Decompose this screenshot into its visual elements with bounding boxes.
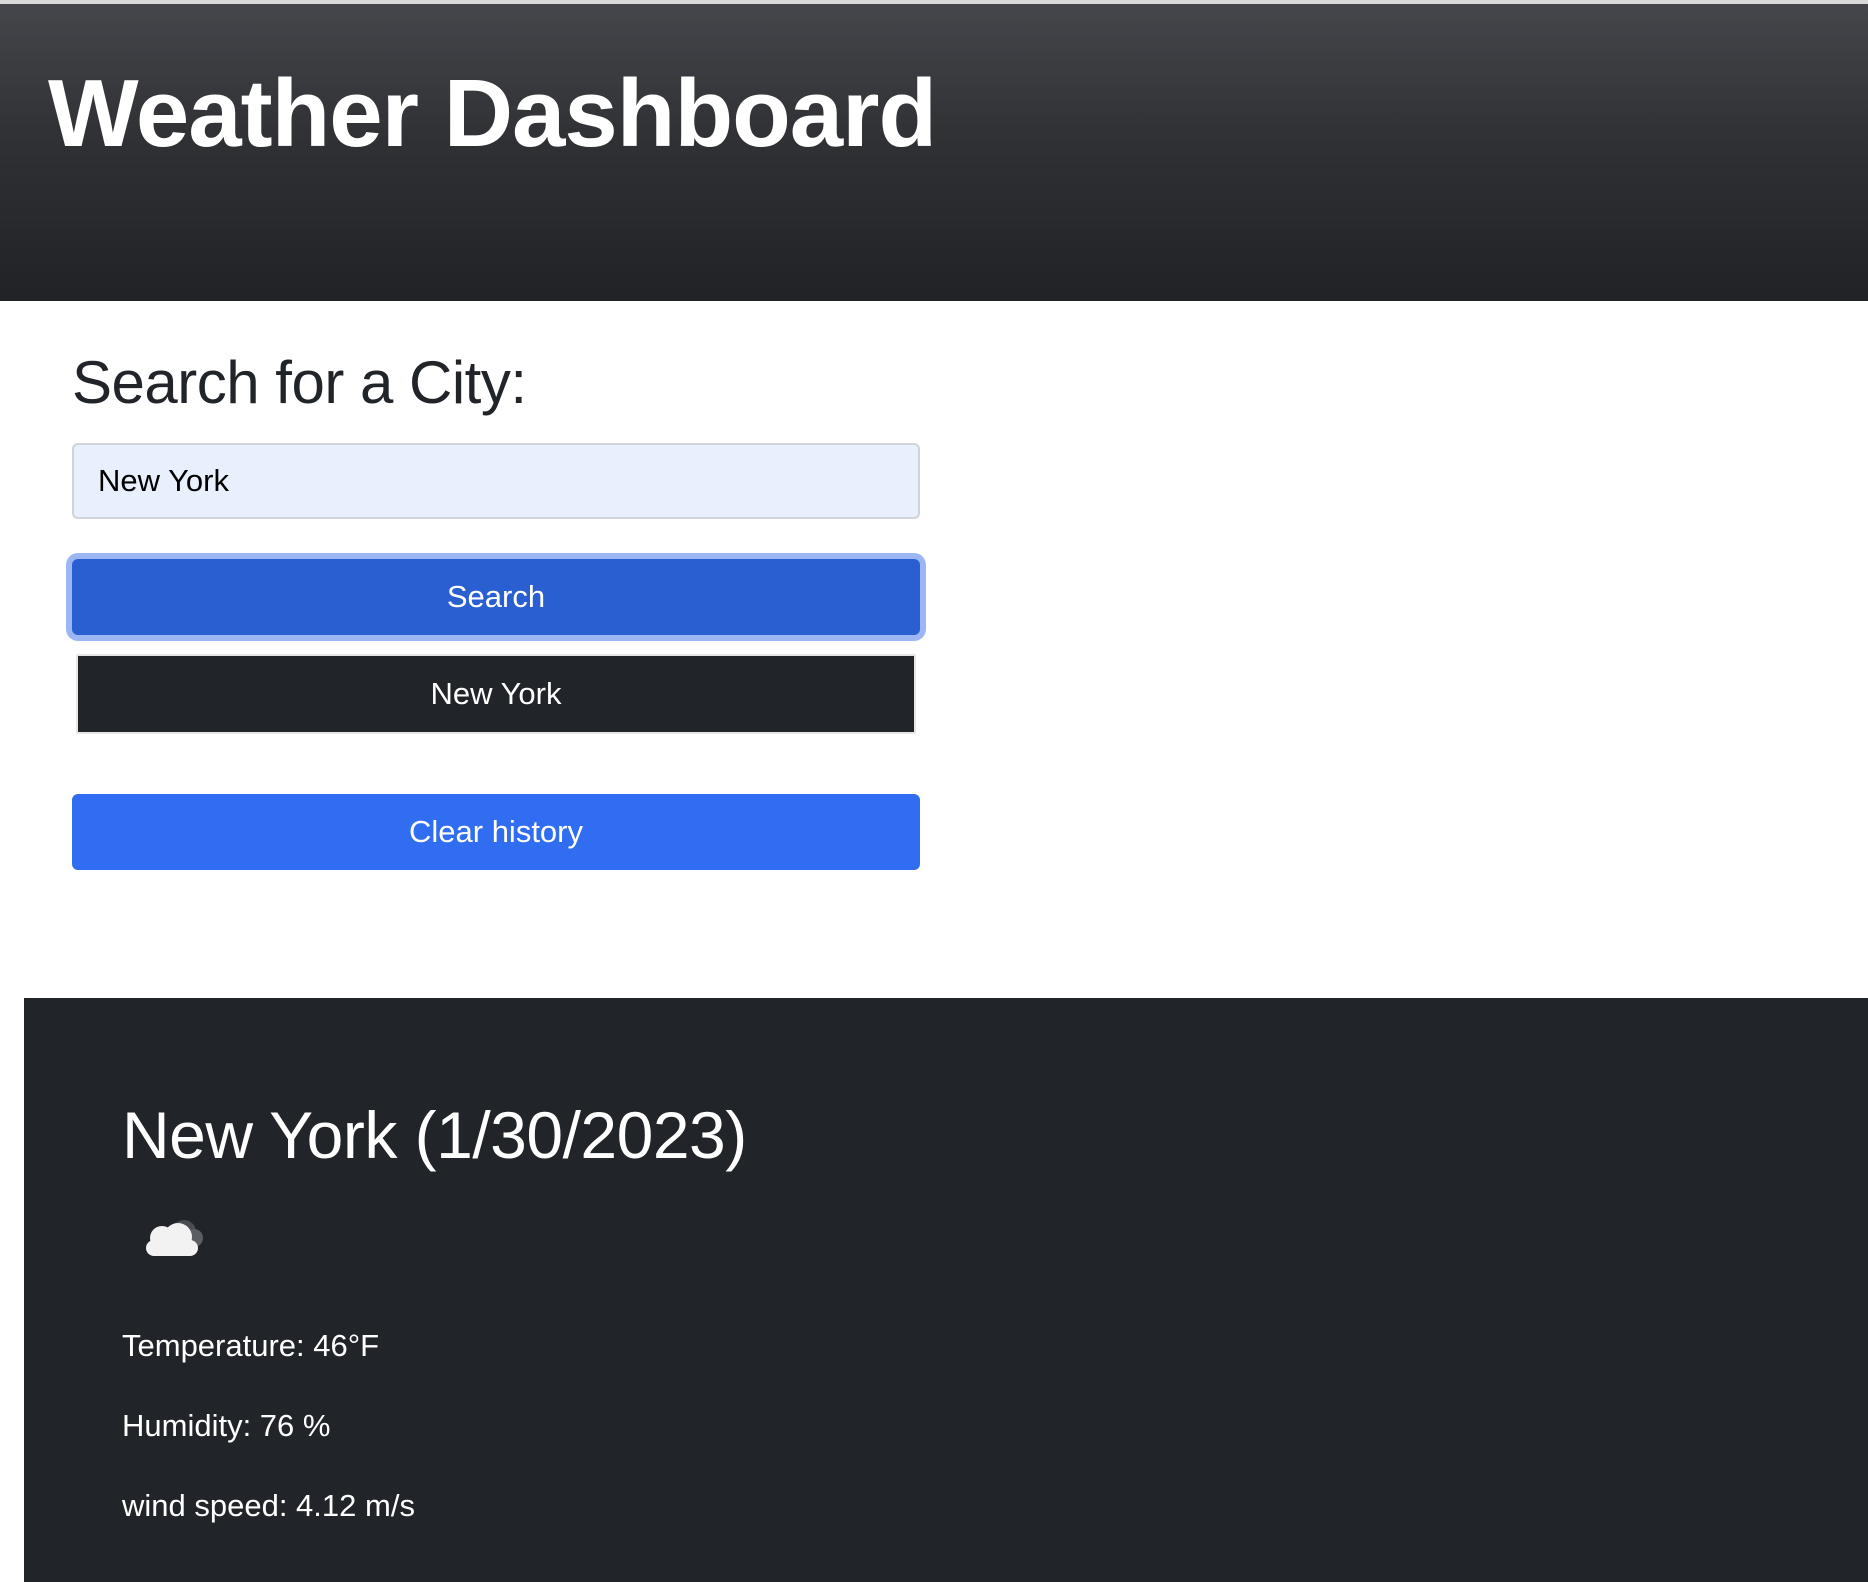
history-item-new-york[interactable]: New York (76, 654, 916, 734)
search-heading: Search for a City: (72, 349, 527, 416)
search-button[interactable]: Search (72, 559, 920, 635)
temperature-text: Temperature: 46°F (122, 1328, 380, 1363)
page-title: Weather Dashboard (48, 60, 937, 167)
page-header: Weather Dashboard (0, 0, 1868, 301)
humidity-text: Humidity: 76 % (122, 1408, 331, 1443)
current-weather-panel: New York (1/30/2023) Temperature: 46°F H… (24, 998, 1868, 1582)
search-section: Search for a City: Search New York Clear… (72, 349, 922, 870)
current-weather-title: New York (1/30/2023) (122, 1098, 747, 1172)
wind-speed-text: wind speed: 4.12 m/s (122, 1488, 415, 1523)
clear-history-button[interactable]: Clear history (72, 794, 920, 870)
cloud-icon (146, 1220, 203, 1256)
city-search-input[interactable] (72, 443, 920, 519)
